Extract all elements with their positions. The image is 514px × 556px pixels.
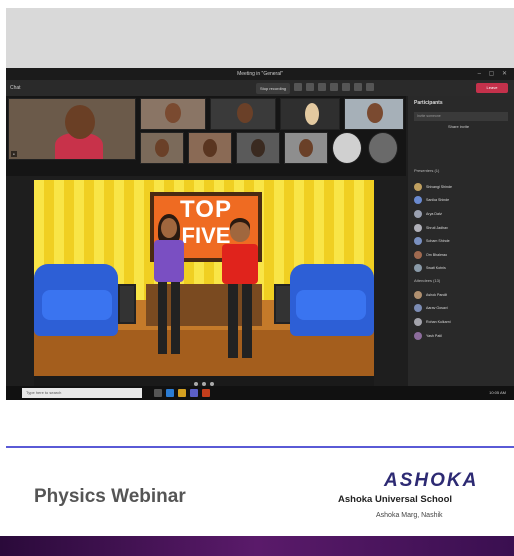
shared-screen-video[interactable]: TOP FIVE — [34, 180, 374, 376]
attendees-section-label: Attendees (13) — [414, 278, 441, 283]
share-invite-button[interactable]: Share invite — [448, 124, 469, 129]
sofa-seat-left — [42, 290, 112, 320]
leg-shape — [242, 284, 252, 358]
video-tile[interactable] — [188, 132, 232, 164]
top-grey-band — [6, 8, 514, 68]
school-logo: ASHOKA — [384, 470, 479, 491]
stage-floor-front — [34, 330, 374, 376]
mic-icon[interactable] — [354, 83, 363, 91]
avatar — [414, 182, 422, 191]
list-item[interactable]: Yash Patil — [414, 329, 510, 343]
participant-search-input[interactable]: Invite someone — [414, 112, 508, 121]
name-tag: ● — [11, 151, 17, 157]
participant-face — [251, 139, 265, 157]
participants-panel: Participants Invite someone Share invite… — [408, 96, 514, 386]
video-tile[interactable] — [140, 132, 184, 164]
school-address: Ashoka Marg, Nashik — [376, 512, 443, 519]
share-screen-icon[interactable] — [366, 83, 375, 91]
video-tile[interactable]: ● — [8, 98, 136, 160]
window-controls[interactable]: – ▢ ✕ — [478, 68, 510, 80]
bottom-purple-band — [0, 536, 514, 556]
avatar — [414, 237, 422, 246]
toolbar-left-label[interactable]: Chat — [10, 85, 21, 91]
list-item[interactable]: Ashok Pandit — [414, 288, 510, 302]
os-taskbar: Type here to search 10:05 AM — [6, 386, 514, 400]
taskbar-search-input[interactable]: Type here to search — [22, 388, 142, 398]
avatar[interactable] — [368, 132, 398, 164]
video-tile[interactable] — [210, 98, 276, 130]
window-title: Meeting in "General" — [237, 71, 283, 77]
video-tile[interactable] — [140, 98, 206, 130]
video-tile[interactable] — [236, 132, 280, 164]
video-tile[interactable] — [344, 98, 404, 130]
presenters-section-label: Presenters (1) — [414, 168, 440, 173]
avatar — [414, 290, 422, 299]
teams-icon[interactable] — [190, 389, 198, 397]
video-gallery: ● — [6, 96, 406, 176]
attendee-list: Ashok Pandit Aarav Gosavi Rohan Kulkarni… — [414, 288, 510, 342]
school-name: Ashoka Universal School — [338, 494, 453, 505]
webinar-title: Physics Webinar — [34, 486, 186, 507]
list-item[interactable]: Arya Dalvi — [414, 207, 510, 221]
list-item[interactable]: Shruti Jadhav — [414, 221, 510, 235]
list-item[interactable]: Rohan Kulkarni — [414, 315, 510, 329]
leg-shape — [228, 284, 238, 358]
presenter-boy — [218, 218, 262, 364]
edge-icon[interactable] — [166, 389, 174, 397]
video-tile[interactable] — [280, 98, 340, 130]
stop-recording-button[interactable]: Stop recording — [256, 83, 291, 94]
taskview-icon[interactable] — [154, 389, 162, 397]
toolbar-icons: Stop recording — [256, 83, 375, 94]
avatar — [414, 304, 422, 313]
more-options-icon[interactable] — [330, 83, 339, 91]
participant-face — [65, 105, 95, 139]
avatar — [414, 264, 422, 273]
webinar-footer: Physics Webinar ASHOKA Ashoka Universal … — [6, 446, 514, 534]
leave-button[interactable]: Leave — [476, 83, 508, 93]
list-item[interactable]: Soham Shinde — [414, 234, 510, 248]
participant-face — [367, 103, 383, 123]
head-shape — [230, 222, 250, 242]
presenter-girl — [150, 214, 190, 364]
participant-face — [237, 103, 253, 123]
avatar[interactable] — [332, 132, 362, 164]
avatar — [414, 196, 422, 205]
participant-face — [305, 103, 319, 125]
speaker-left — [118, 284, 136, 324]
list-item[interactable]: Sanika Shinde — [414, 194, 510, 208]
avatar — [414, 331, 422, 340]
panel-title: Participants — [414, 100, 443, 106]
chat-icon[interactable] — [306, 83, 315, 91]
window-title-bar: Meeting in "General" – ▢ ✕ — [6, 68, 514, 80]
list-item[interactable]: Aarav Gosavi — [414, 302, 510, 316]
participant-list: Shivangi Shinde Sanika Shinde Arya Dalvi… — [414, 180, 510, 275]
powerpoint-icon[interactable] — [202, 389, 210, 397]
reactions-icon[interactable] — [318, 83, 327, 91]
camera-icon[interactable] — [342, 83, 351, 91]
page: Meeting in "General" – ▢ ✕ Chat Stop rec… — [0, 0, 514, 556]
participants-icon[interactable] — [294, 83, 303, 91]
folder-icon[interactable] — [178, 389, 186, 397]
taskbar-clock: 10:05 AM — [489, 390, 506, 395]
participant-face — [203, 139, 217, 157]
avatar — [414, 317, 422, 326]
head-shape — [161, 218, 177, 238]
meeting-toolbar: Chat Stop recording Leave — [6, 80, 514, 96]
leg-shape — [158, 282, 167, 354]
purple-top — [154, 240, 184, 282]
list-item[interactable]: Om Bhalerao — [414, 248, 510, 262]
sofa-seat-right — [296, 290, 366, 320]
avatar — [414, 209, 422, 218]
list-item[interactable]: Swati Kotnis — [414, 262, 510, 276]
video-tile[interactable] — [284, 132, 328, 164]
participant-face — [299, 139, 313, 157]
avatar — [414, 223, 422, 232]
list-item[interactable]: Shivangi Shinde — [414, 180, 510, 194]
participant-face — [155, 139, 169, 157]
avatar — [414, 250, 422, 259]
red-shirt — [222, 244, 258, 284]
participant-face — [165, 103, 181, 123]
leg-shape — [171, 282, 180, 354]
